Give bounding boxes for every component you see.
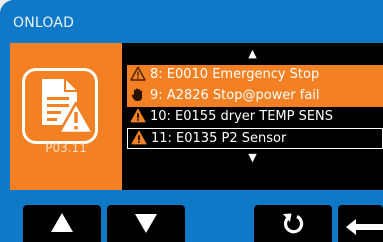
warning-filled-icon: [130, 108, 146, 123]
alarm-text: 9: A2826 Stop@power fail: [150, 88, 320, 103]
alarm-info-panel: P03.11: [10, 43, 122, 190]
refresh-icon: [283, 213, 304, 234]
alarm-text: 11: E0135 P2 Sensor: [151, 131, 287, 146]
onload-screen: ONLOAD P03.11 ▲ 8: E0010 Emergency Stop …: [0, 0, 383, 242]
back-button[interactable]: [338, 205, 383, 242]
warning-filled-icon: [131, 130, 147, 145]
alarm-text: 8: E0010 Emergency Stop: [150, 67, 320, 82]
scroll-up-icon[interactable]: ▲: [122, 48, 383, 59]
document-warning-icon: [22, 68, 98, 144]
down-button[interactable]: [107, 205, 185, 242]
arrow-down-icon: [135, 214, 157, 233]
arrow-up-icon: [51, 213, 73, 232]
screen-title: ONLOAD: [13, 15, 75, 31]
title-bar: ONLOAD: [0, 0, 383, 40]
arrow-left-icon: [346, 219, 383, 235]
alarm-text: 10: E0155 dryer TEMP SENS: [150, 109, 334, 124]
scroll-down-icon[interactable]: ▼: [122, 152, 383, 163]
alarm-list-item[interactable]: 9: A2826 Stop@power fail: [127, 86, 383, 107]
up-button[interactable]: [23, 205, 101, 242]
alarm-list-item-selected[interactable]: 11: E0135 P2 Sensor: [127, 128, 383, 149]
warning-outline-icon: [130, 66, 146, 81]
alarm-list-item[interactable]: 8: E0010 Emergency Stop: [127, 65, 383, 86]
parameter-code: P03.11: [45, 141, 87, 155]
hand-stop-icon: [130, 87, 146, 102]
alarm-list-item[interactable]: 10: E0155 dryer TEMP SENS: [127, 107, 383, 128]
refresh-button[interactable]: [254, 205, 332, 242]
